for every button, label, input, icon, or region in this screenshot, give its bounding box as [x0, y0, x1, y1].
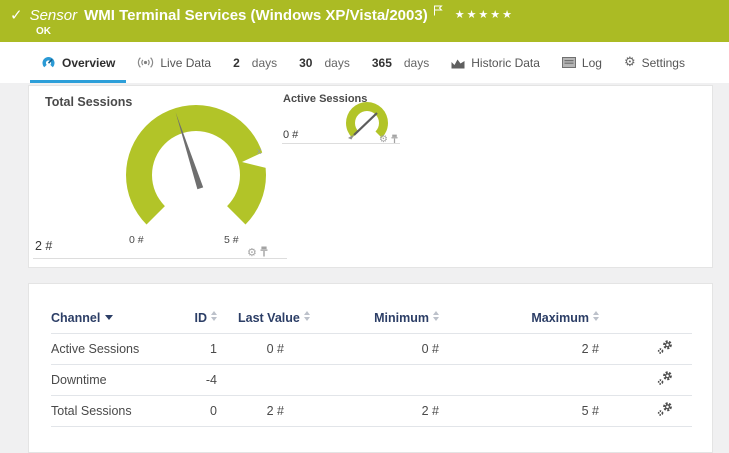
channel-settings-gears-icon[interactable] [657, 375, 674, 389]
column-header-last-value[interactable]: Last Value [217, 294, 284, 334]
total-sessions-gauge-controls: ⚙ [247, 244, 268, 262]
log-icon [562, 57, 576, 68]
column-header-channel[interactable]: Channel [51, 294, 171, 334]
channel-id: -4 [171, 365, 217, 396]
tab-live-data[interactable]: Live Data [126, 42, 222, 83]
channel-last-value: 0 # [217, 334, 284, 365]
tab-overview[interactable]: Overview [30, 42, 126, 83]
total-sessions-gauge [124, 103, 269, 238]
channel-minimum: 0 # [284, 334, 439, 365]
sort-desc-icon [105, 315, 113, 320]
sensor-header-bar: ✓ Sensor WMI Terminal Services (Windows … [0, 0, 729, 42]
sensor-kind-label: Sensor [30, 7, 78, 24]
gauge-underline [282, 143, 400, 144]
total-sessions-gauge-title: Total Sessions [45, 95, 132, 109]
channel-name[interactable]: Active Sessions [51, 334, 171, 365]
sort-icon [211, 311, 217, 321]
pin-icon[interactable] [260, 244, 268, 262]
flag-icon[interactable] [433, 3, 443, 21]
total-sessions-current-value: 2 # [35, 239, 52, 253]
pin-icon[interactable] [391, 131, 398, 149]
table-row: Total Sessions 0 2 # 2 # 5 # [51, 396, 692, 427]
channel-maximum: 2 # [439, 334, 599, 365]
table-row: Active Sessions 1 0 # 0 # 2 # [51, 334, 692, 365]
column-header-maximum[interactable]: Maximum [439, 294, 599, 334]
sensor-title: WMI Terminal Services (Windows XP/Vista/… [84, 7, 428, 24]
tab-30-days[interactable]: 30days [288, 42, 361, 83]
sensor-status-badge: OK [36, 26, 51, 37]
sort-icon [433, 311, 439, 321]
channel-last-value [217, 365, 284, 396]
gauge-scale-max: 5 # [224, 234, 239, 246]
channel-name[interactable]: Downtime [51, 365, 171, 396]
tab-bar: Overview Live Data 2days 30days 365days … [0, 42, 729, 83]
tab-log[interactable]: Log [551, 42, 613, 83]
gear-icon[interactable]: ⚙ [247, 248, 257, 258]
live-data-icon [137, 56, 154, 69]
gauge-icon [41, 56, 56, 69]
tab-2-days[interactable]: 2days [222, 42, 288, 83]
table-row: Downtime -4 [51, 365, 692, 396]
channel-id: 0 [171, 396, 217, 427]
column-header-id[interactable]: ID [171, 294, 217, 334]
column-header-actions [599, 294, 692, 334]
status-ok-check-icon: ✓ [10, 6, 23, 24]
gear-icon: ⚙ [624, 55, 636, 70]
active-sessions-current-value: 0 # [283, 129, 298, 141]
channel-maximum: 5 # [439, 396, 599, 427]
channel-maximum [439, 365, 599, 396]
sort-icon [593, 311, 599, 321]
channels-table: Channel ID Last Value Minimum Maximum Ac… [51, 294, 692, 427]
channel-settings-gears-icon[interactable] [657, 406, 674, 420]
active-sessions-gauge-controls: ⚙ [379, 131, 398, 149]
tab-365-days[interactable]: 365days [361, 42, 440, 83]
channels-table-panel: Channel ID Last Value Minimum Maximum Ac… [28, 283, 713, 453]
tab-settings[interactable]: ⚙ Settings [613, 42, 696, 83]
channel-settings-gears-icon[interactable] [657, 344, 674, 358]
gauge-limit-marker-label: x [257, 146, 262, 156]
channel-last-value: 2 # [217, 396, 284, 427]
overview-gauges-panel: Total Sessions x 0 # 5 # 2 # ⚙ Active Se… [28, 85, 713, 268]
channel-name[interactable]: Total Sessions [51, 396, 171, 427]
priority-stars[interactable]: ★★★★★ [455, 8, 514, 21]
gauge-underline [33, 258, 287, 259]
channel-minimum [284, 365, 439, 396]
channel-minimum: 2 # [284, 396, 439, 427]
table-header-row: Channel ID Last Value Minimum Maximum [51, 294, 692, 334]
sort-icon [304, 311, 310, 321]
chart-icon [451, 57, 465, 69]
channel-id: 1 [171, 334, 217, 365]
tab-historic-data[interactable]: Historic Data [440, 42, 551, 83]
gauge-scale-min: 0 # [129, 234, 144, 246]
